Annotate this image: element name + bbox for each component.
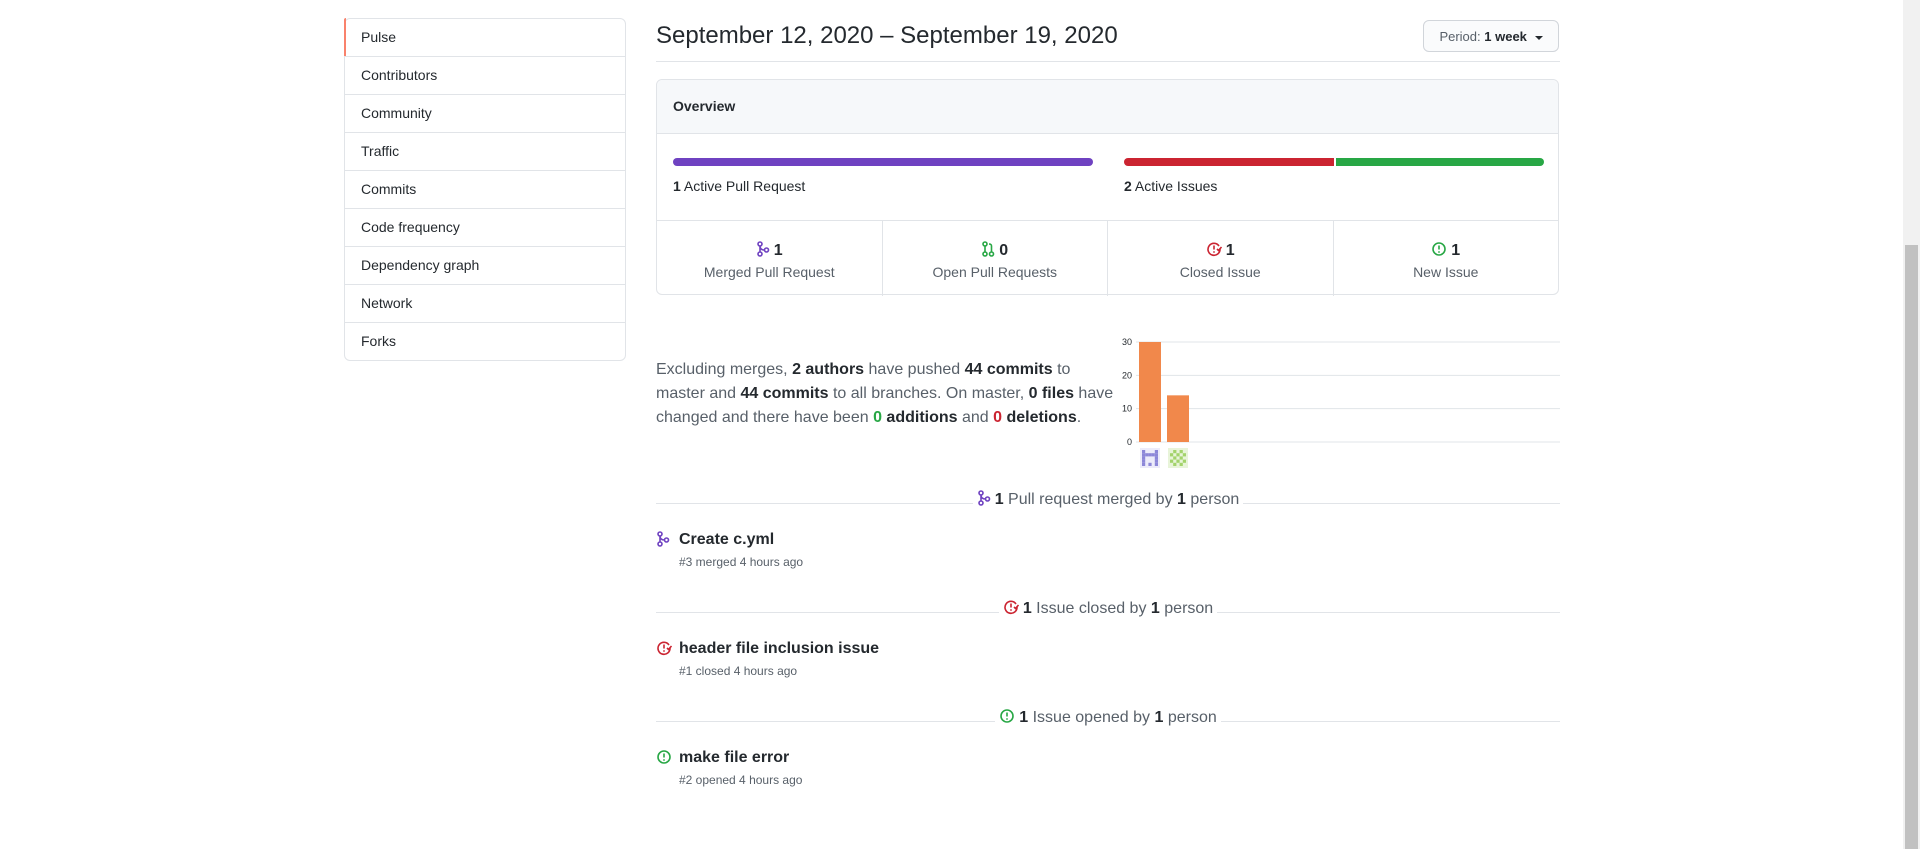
sidebar-item-network[interactable]: Network: [345, 285, 625, 323]
issue-opened-icon: [1000, 709, 1015, 723]
additions-count: 0: [873, 409, 882, 426]
caret-down-icon: [1534, 35, 1543, 40]
overview-box: Overview 1 Active Pull Request 2 Active …: [656, 79, 1559, 296]
issue-closed-icon: [657, 641, 672, 656]
contributors-commit-chart: 0 10 20 30: [1122, 337, 1560, 468]
active-pull-request-summary[interactable]: 1 Active Pull Request: [673, 178, 805, 194]
merge-icon: [756, 241, 770, 257]
merge-icon: [657, 531, 670, 547]
y-tick-label: 0: [1127, 437, 1132, 447]
issue-closed-icon: [1207, 242, 1222, 257]
sidebar-item-code-frequency[interactable]: Code frequency: [345, 209, 625, 247]
active-pr-count: 1: [673, 178, 681, 194]
active-issues-summary[interactable]: 2 Active Issues: [1124, 178, 1217, 194]
merged-pr-count: 1: [773, 242, 783, 259]
closed-issue-title-link[interactable]: header file inclusion issue: [679, 640, 879, 658]
deletions-count: 0: [993, 409, 1003, 426]
scrollbar-thumb[interactable]: [1905, 245, 1918, 849]
authors-link[interactable]: 2 authors: [792, 361, 864, 378]
sidebar-item-dependency-graph[interactable]: Dependency graph: [345, 247, 625, 285]
opened-issue-meta: #2 opened 4 hours ago: [679, 773, 803, 787]
contributor-avatar[interactable]: [1140, 448, 1160, 468]
merge-icon: [977, 490, 990, 506]
open-pull-requests-stat[interactable]: 0 Open Pull Requests: [883, 221, 1108, 296]
opened-section-title: 1 Issue opened by 1 person: [656, 708, 1560, 727]
opened-issue-title-link[interactable]: make file error: [679, 749, 789, 767]
closed-issue-count: 1: [1225, 242, 1235, 259]
new-issue-stat[interactable]: 1 New Issue: [1334, 221, 1559, 296]
sidebar-item-pulse[interactable]: Pulse: [344, 18, 625, 57]
period-label: Period:: [1439, 29, 1481, 44]
page-scrollbar[interactable]: [1903, 0, 1920, 849]
merged-pr-meta: #3 merged 4 hours ago: [679, 555, 804, 569]
merged-section-title: 1 Pull request merged by 1 person: [656, 490, 1560, 509]
contributor-avatar[interactable]: [1168, 448, 1188, 468]
files-changed: 0 files: [1028, 385, 1074, 402]
closed-issue-label: Closed Issue: [1179, 264, 1261, 280]
sidebar-item-community[interactable]: Community: [345, 95, 625, 133]
active-issues-count: 2: [1124, 178, 1132, 194]
insights-sidebar: Pulse Contributors Community Traffic Com…: [344, 18, 626, 361]
merged-pr-label: Merged Pull Request: [703, 264, 835, 280]
overview-title: Overview: [657, 80, 1558, 134]
pull-request-icon: [982, 241, 995, 257]
commits-all-link[interactable]: 44 commits: [740, 385, 828, 402]
closed-issue-stat[interactable]: 1 Closed Issue: [1108, 221, 1334, 296]
new-issue-count: 1: [1451, 242, 1461, 259]
issue-closed-icon: [1004, 600, 1019, 615]
deletions-word: deletions: [1002, 409, 1077, 426]
merged-pr-title-link[interactable]: Create c.yml: [679, 531, 774, 549]
issue-opened-icon: [1432, 242, 1447, 256]
closed-issue-meta: #1 closed 4 hours ago: [679, 664, 798, 678]
active-issues-label: Active Issues: [1134, 178, 1218, 194]
header-divider: [656, 61, 1560, 62]
commit-bar[interactable]: [1139, 342, 1161, 442]
overview-stats: 1 Merged Pull Request 0 Open Pull Reques…: [657, 221, 1558, 296]
commits-master-link[interactable]: 44 commits: [965, 361, 1053, 378]
commit-summary: Excluding merges, 2 authors have pushed …: [656, 361, 1114, 426]
open-pr-count: 0: [999, 242, 1009, 259]
pull-request-progress-bar: [673, 158, 1093, 166]
page-title: September 12, 2020 – September 19, 2020: [656, 22, 1118, 49]
additions-word: additions: [881, 409, 958, 426]
y-tick-label: 30: [1122, 337, 1132, 347]
open-issues-bar: [1336, 158, 1544, 166]
sidebar-item-forks[interactable]: Forks: [345, 323, 625, 360]
overview-bars: 1 Active Pull Request 2 Active Issues: [657, 134, 1558, 221]
sidebar-item-contributors[interactable]: Contributors: [345, 57, 625, 95]
closed-section-title: 1 Issue closed by 1 person: [656, 599, 1560, 618]
y-tick-label: 10: [1122, 404, 1132, 414]
sidebar-item-commits[interactable]: Commits: [345, 171, 625, 209]
active-pr-label: Active Pull Request: [683, 178, 806, 194]
y-tick-label: 20: [1122, 370, 1132, 380]
new-issue-label: New Issue: [1413, 264, 1479, 280]
sidebar-item-traffic[interactable]: Traffic: [345, 133, 625, 171]
closed-issues-bar: [1124, 158, 1334, 166]
issue-opened-icon: [657, 750, 671, 764]
period-dropdown-button[interactable]: Period: 1 week: [1423, 20, 1559, 52]
period-value: 1 week: [1484, 29, 1527, 44]
merged-pull-request-stat[interactable]: 1 Merged Pull Request: [657, 221, 883, 296]
commit-bar[interactable]: [1167, 395, 1189, 442]
open-pr-label: Open Pull Requests: [932, 264, 1058, 280]
